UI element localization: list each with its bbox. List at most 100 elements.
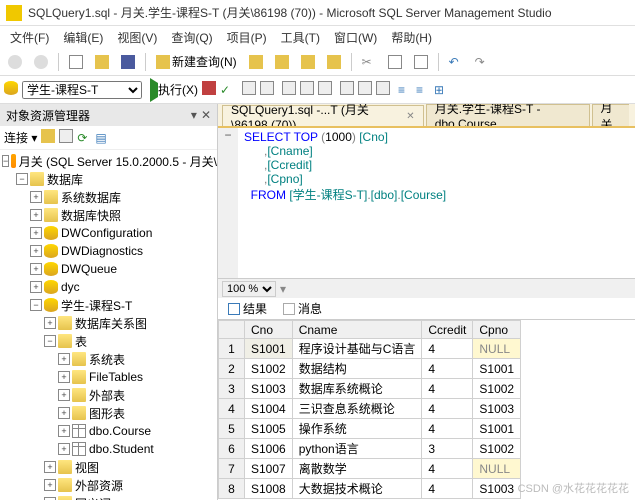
tree-dyc[interactable]: +dyc xyxy=(0,278,217,296)
table-row[interactable]: 7S1007离散数学4NULL xyxy=(219,459,521,479)
open-button[interactable] xyxy=(91,53,113,71)
table-row[interactable]: 1S1001程序设计基础与C语言4NULL xyxy=(219,339,521,359)
tb2-btn-1[interactable] xyxy=(242,81,256,98)
tree-extres[interactable]: +外部资源 xyxy=(0,476,217,494)
results-tabs: 结果 消息 xyxy=(218,298,635,320)
play-icon xyxy=(150,78,158,102)
tab-messages[interactable]: 消息 xyxy=(277,298,328,319)
tree-dwconfig[interactable]: +DWConfiguration xyxy=(0,224,217,242)
tree-sysdb[interactable]: +系统数据库 xyxy=(0,188,217,206)
stop-button[interactable] xyxy=(202,81,216,98)
zoom-select[interactable]: 100 % xyxy=(222,281,276,297)
object-explorer-header: 对象资源管理器 ▾ ✕ xyxy=(0,104,217,126)
connect-button[interactable]: 连接 ▾ xyxy=(4,129,37,146)
menu-help[interactable]: 帮助(H) xyxy=(385,27,438,48)
column-header[interactable]: Ccredit xyxy=(422,321,473,339)
sql-editor[interactable]: − SELECT TOP (1000) [Cno] ,[Cname] ,[Ccr… xyxy=(218,128,635,278)
execute-button[interactable]: 执行(X) xyxy=(150,81,198,98)
tb-btn-1[interactable] xyxy=(245,53,267,71)
tree-course[interactable]: +dbo.Course xyxy=(0,422,217,440)
table-row[interactable]: 3S1003数据库系统概论4S1002 xyxy=(219,379,521,399)
tree-snapshots[interactable]: +数据库快照 xyxy=(0,206,217,224)
tb2-btn-3[interactable] xyxy=(282,81,296,98)
main-area: 对象资源管理器 ▾ ✕ 连接 ▾ ⟳ ▤ −月关 (SQL Server 15.… xyxy=(0,104,635,500)
tree-synonyms[interactable]: +同义词 xyxy=(0,494,217,500)
tb-btn-4[interactable] xyxy=(323,53,345,71)
tb2-btn-11[interactable]: ⊞ xyxy=(434,83,448,97)
object-explorer-toolbar: 连接 ▾ ⟳ ▤ xyxy=(0,126,217,150)
tab-results[interactable]: 结果 xyxy=(222,298,273,319)
tree-server[interactable]: −月关 (SQL Server 15.0.2000.5 - 月关\ xyxy=(0,152,217,170)
tree-databases[interactable]: −数据库 xyxy=(0,170,217,188)
tb2-btn-10[interactable]: ≡ xyxy=(416,83,430,97)
tree-graph[interactable]: +图形表 xyxy=(0,404,217,422)
undo-button[interactable]: ↶ xyxy=(445,53,467,71)
object-explorer: 对象资源管理器 ▾ ✕ 连接 ▾ ⟳ ▤ −月关 (SQL Server 15.… xyxy=(0,104,218,500)
column-header[interactable] xyxy=(219,321,245,339)
tb2-btn-4[interactable] xyxy=(300,81,314,98)
table-row[interactable]: 4S1004三识查息系统概论4S1003 xyxy=(219,399,521,419)
results-grid[interactable]: CnoCnameCcreditCpno 1S1001程序设计基础与C语言4NUL… xyxy=(218,320,635,500)
tab-inactive[interactable]: 月关.学生-课程S-T - dbo.Course xyxy=(426,104,590,126)
table-row[interactable]: 8S1008大数据技术概论4S1003 xyxy=(219,479,521,499)
tb2-btn-8[interactable] xyxy=(376,81,390,98)
db-icon-button[interactable] xyxy=(4,81,18,98)
grid-icon xyxy=(228,303,240,315)
oe-btn-1[interactable] xyxy=(41,129,55,146)
column-header[interactable]: Cno xyxy=(245,321,293,339)
fold-gutter[interactable]: − xyxy=(218,128,238,278)
menu-query[interactable]: 查询(Q) xyxy=(165,27,218,48)
tab-active[interactable]: SQLQuery1.sql -...T (月关\86198 (70))✕ xyxy=(222,105,424,127)
tree-dwqueue[interactable]: +DWQueue xyxy=(0,260,217,278)
menu-window[interactable]: 窗口(W) xyxy=(328,27,383,48)
tb2-btn-7[interactable] xyxy=(358,81,372,98)
menu-edit[interactable]: 编辑(E) xyxy=(57,27,109,48)
parse-button[interactable]: ✓ xyxy=(220,83,234,97)
tab-overflow[interactable]: 月关 xyxy=(592,104,629,126)
column-header[interactable]: Cpno xyxy=(473,321,521,339)
tree-dwdiag[interactable]: +DWDiagnostics xyxy=(0,242,217,260)
tree-student[interactable]: +dbo.Student xyxy=(0,440,217,458)
menu-project[interactable]: 项目(P) xyxy=(221,27,273,48)
close-icon[interactable]: ✕ xyxy=(201,108,211,122)
oe-btn-3[interactable]: ⟳ xyxy=(77,131,91,145)
table-row[interactable]: 6S1006python语言3S1002 xyxy=(219,439,521,459)
object-tree[interactable]: −月关 (SQL Server 15.0.2000.5 - 月关\ −数据库 +… xyxy=(0,150,217,500)
cut-button[interactable]: ✂ xyxy=(358,53,380,71)
forward-button[interactable] xyxy=(30,53,52,71)
tree-external[interactable]: +外部表 xyxy=(0,386,217,404)
object-explorer-title: 对象资源管理器 xyxy=(6,107,90,124)
tree-studentdb[interactable]: −学生-课程S-T xyxy=(0,296,217,314)
sql-text[interactable]: SELECT TOP (1000) [Cno] ,[Cname] ,[Ccred… xyxy=(238,128,452,278)
tb2-btn-2[interactable] xyxy=(260,81,274,98)
table-row[interactable]: 2S1002数据结构4S1001 xyxy=(219,359,521,379)
tab-close-icon[interactable]: ✕ xyxy=(406,111,414,122)
column-header[interactable]: Cname xyxy=(292,321,422,339)
menu-tools[interactable]: 工具(T) xyxy=(275,27,326,48)
save-button[interactable] xyxy=(117,53,139,71)
tb-btn-3[interactable] xyxy=(297,53,319,71)
tb-btn-2[interactable] xyxy=(271,53,293,71)
oe-btn-2[interactable] xyxy=(59,129,73,146)
tb2-btn-6[interactable] xyxy=(340,81,354,98)
menu-view[interactable]: 视图(V) xyxy=(111,27,163,48)
database-select[interactable]: 学生-课程S-T xyxy=(22,81,142,99)
tb2-btn-5[interactable] xyxy=(318,81,332,98)
tree-filetables[interactable]: +FileTables xyxy=(0,368,217,386)
table-row[interactable]: 5S1005操作系统4S1001 xyxy=(219,419,521,439)
tree-systables[interactable]: +系统表 xyxy=(0,350,217,368)
tree-tables[interactable]: −表 xyxy=(0,332,217,350)
back-button[interactable] xyxy=(4,53,26,71)
new-file-button[interactable] xyxy=(65,53,87,71)
tree-views[interactable]: +视图 xyxy=(0,458,217,476)
pin-icon[interactable]: ▾ xyxy=(191,108,197,122)
tree-diagrams[interactable]: +数据库关系图 xyxy=(0,314,217,332)
menu-file[interactable]: 文件(F) xyxy=(4,27,55,48)
paste-button[interactable] xyxy=(410,53,432,71)
redo-button[interactable]: ↷ xyxy=(471,53,493,71)
copy-button[interactable] xyxy=(384,53,406,71)
zoom-bar: 100 % ▾ xyxy=(218,278,635,298)
new-query-button[interactable]: 新建查询(N) xyxy=(152,51,241,72)
oe-btn-4[interactable]: ▤ xyxy=(95,131,109,145)
tb2-btn-9[interactable]: ≡ xyxy=(398,83,412,97)
